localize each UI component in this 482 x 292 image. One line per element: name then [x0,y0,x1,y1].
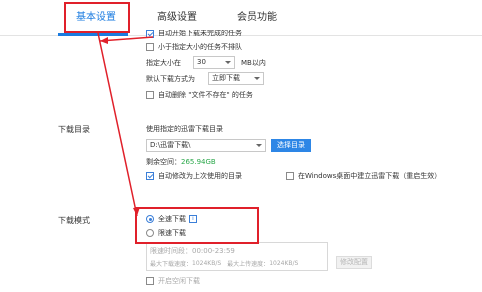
skip-small-label: 小于指定大小的任务不排队 [158,43,242,51]
limit-speed-row: 最大下载速度： 1024KB/S 最大上传速度： 1024KB/S [150,257,298,269]
auto-modify-dir-option[interactable]: 自动修改为上次使用的目录 [146,170,242,182]
tab-member-features[interactable]: 会员功能 [237,10,277,26]
idle-download-label: 开启空闲下载 [158,277,200,285]
auto-modify-dir-label: 自动修改为上次使用的目录 [158,172,242,180]
size-limit-label: 指定大小在 [146,59,181,67]
full-speed-label: 全速下载 [158,215,186,223]
skip-small-checkbox[interactable] [146,43,154,51]
download-mode-section-label: 下载模式 [58,216,90,225]
size-limit-row: 指定大小在 [146,57,181,69]
speed-limit-config-box: 限速时间段：00:00-23:59 最大下载速度： 1024KB/S 最大上传速… [146,242,328,271]
limited-speed-radio[interactable] [146,229,154,237]
max-upload-label: 最大上传速度： [227,260,270,268]
size-unit-row: MB以内 [241,57,266,69]
default-method-value: 立即下载 [212,74,240,82]
limit-time-row: 限速时间段：00:00-23:59 [150,245,235,257]
auto-delete-option[interactable]: 自动删除 "文件不存在" 的任务 [146,89,253,101]
auto-start-checkbox[interactable] [146,30,154,38]
full-speed-option[interactable]: 全速下载 i [146,213,197,225]
active-tab-indicator [58,33,128,36]
download-dir-section-label: 下载目录 [58,125,90,134]
tab-advanced-settings[interactable]: 高级设置 [157,10,197,26]
desktop-shortcut-option[interactable]: 在Windows桌面中建立迅雷下载（重启生效） [286,170,441,182]
idle-download-option[interactable]: 开启空闲下载 [146,275,200,287]
auto-start-option[interactable]: 自动开始下载未完成的任务 [146,30,242,38]
chevron-down-icon [225,61,231,64]
max-download-label: 最大下载速度： [150,260,193,268]
max-upload-value: 1024KB/S [269,259,299,267]
auto-delete-checkbox[interactable] [146,91,154,99]
limited-speed-label: 限速下载 [158,229,186,237]
use-specified-dir-row: 使用指定的迅雷下载目录 [146,123,223,135]
modify-config-button[interactable]: 修改配置 [336,256,372,269]
max-download-value: 1024KB/S [192,259,222,267]
size-limit-select[interactable]: 30 [193,56,235,69]
auto-modify-dir-checkbox[interactable] [146,172,154,180]
auto-start-label: 自动开始下载未完成的任务 [158,30,242,37]
info-icon[interactable]: i [189,215,197,223]
tab-basic-settings[interactable]: 基本设置 [76,10,116,26]
full-speed-radio[interactable] [146,215,154,223]
download-path-value: D:\迅雷下载\ [150,141,191,149]
download-path-field[interactable]: D:\迅雷下载\ [146,139,266,152]
size-unit-label: MB以内 [241,59,266,67]
free-space-row: 剩余空间： 265.94GB [146,156,216,168]
limit-time-label: 限速时间段：00:00-23:59 [150,247,235,255]
desktop-shortcut-checkbox[interactable] [286,172,294,180]
free-space-value: 265.94GB [181,158,216,166]
desktop-shortcut-label: 在Windows桌面中建立迅雷下载（重启生效） [298,172,442,180]
skip-small-option[interactable]: 小于指定大小的任务不排队 [146,41,242,53]
chevron-down-icon [256,144,262,147]
default-method-label: 默认下载方式为 [146,75,195,83]
limited-speed-option[interactable]: 限速下载 [146,227,186,239]
auto-delete-label: 自动删除 "文件不存在" 的任务 [158,91,253,99]
size-limit-value: 30 [197,58,206,66]
default-method-select[interactable]: 立即下载 [208,72,264,85]
default-method-row: 默认下载方式为 [146,73,195,85]
free-space-label: 剩余空间： [146,158,181,166]
chevron-down-icon [254,77,260,80]
use-specified-dir-label: 使用指定的迅雷下载目录 [146,125,223,133]
choose-directory-button[interactable]: 选择目录 [271,139,311,152]
idle-download-checkbox[interactable] [146,277,154,285]
